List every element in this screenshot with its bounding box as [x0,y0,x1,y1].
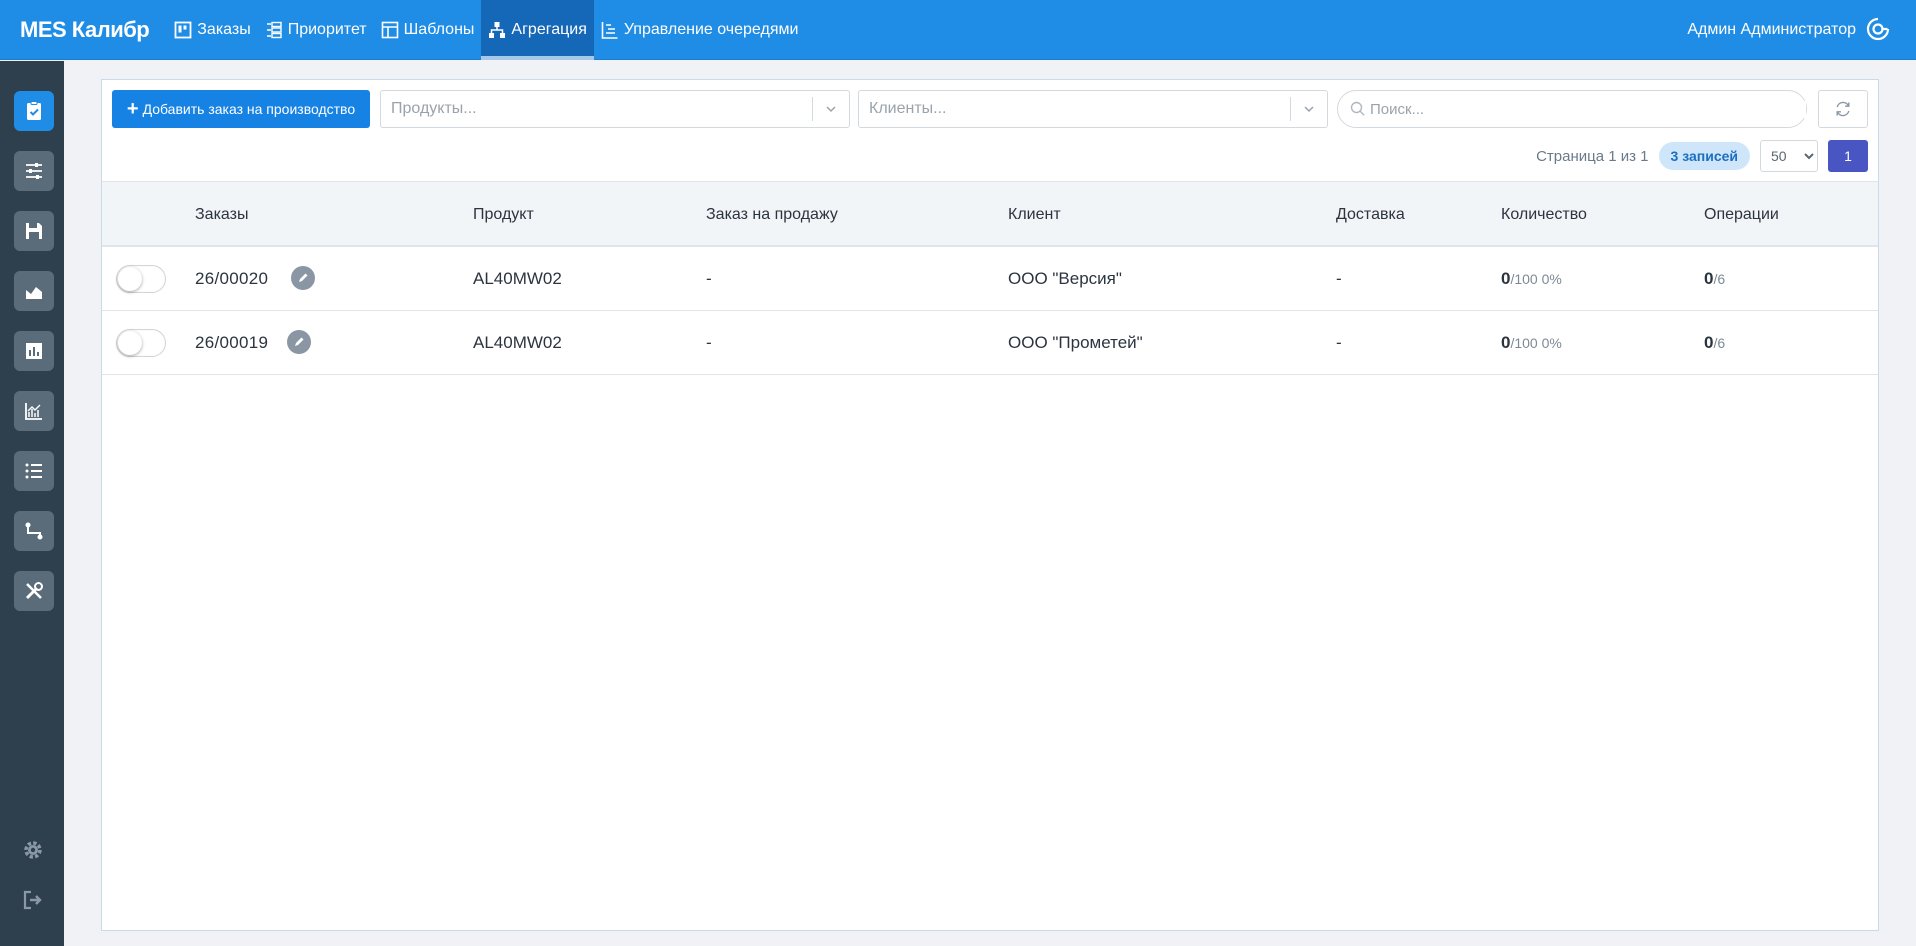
sidebar-route[interactable] [14,511,54,551]
search-icon [1350,101,1365,116]
page-1-button[interactable]: 1 [1828,140,1868,172]
order-number: 26/00020 [195,269,269,288]
tools-icon [25,582,43,600]
sidebar-line-chart[interactable] [14,391,54,431]
col-orders[interactable]: Заказы [195,206,248,224]
template-icon [381,21,398,38]
plus-icon: + [126,98,139,120]
records-count-badge: 3 записей [1658,142,1750,170]
page-indicator: Страница 1 из 1 [1536,147,1649,165]
gear-icon [24,841,42,859]
quantity: 0/100 0% [1501,269,1562,289]
refresh-icon [1836,101,1850,117]
product-code: AL40MW02 [473,333,562,352]
operations: 0/6 [1704,269,1725,289]
refresh-button[interactable] [1818,90,1868,128]
priority-icon [266,21,282,38]
table-row[interactable]: 26/00019 AL40MW02 - ООО "Прометей" - 0/1… [102,311,1878,375]
col-operations[interactable]: Операции [1704,206,1779,224]
nav-priority[interactable]: Приоритет [258,0,374,60]
client-name: ООО "Прометей" [1008,333,1143,352]
list-icon [25,463,42,479]
save-icon [26,223,42,239]
user-name[interactable]: Админ Администратор [1687,0,1856,60]
sidebar-orders[interactable] [14,91,54,131]
add-production-order-button[interactable]: + Добавить заказ на производство [112,90,370,128]
sidebar-area-chart[interactable] [14,271,54,311]
orders-panel: + Добавить заказ на производство Продукт… [101,79,1879,931]
search-input[interactable] [1370,100,1806,118]
sales-order: - [706,333,712,352]
operations-total: /6 [1713,271,1726,287]
bar-chart-icon [26,343,42,359]
kanban-icon [174,21,192,38]
per-page-select[interactable]: 50 [1760,140,1818,172]
toggle-knob [118,267,142,291]
sliders-icon [26,163,42,179]
col-client[interactable]: Клиент [1008,206,1061,224]
nav-queue-management[interactable]: Управление очередями [594,0,806,60]
row-toggle[interactable] [116,329,166,357]
toggle-knob [118,331,142,355]
products-select[interactable]: Продукты... [380,90,850,128]
sidebar-bar-chart[interactable] [14,331,54,371]
quantity-total: /100 0% [1510,335,1562,351]
left-sidebar [0,61,64,946]
delivery: - [1336,269,1342,288]
nav-templates-label: Шаблоны [403,20,475,38]
orders-check-icon [27,101,41,120]
sidebar-settings-sliders[interactable] [14,151,54,191]
sidebar-save[interactable] [14,211,54,251]
col-sales-order[interactable]: Заказ на продажу [706,206,838,224]
operations-total: /6 [1713,335,1726,351]
operations: 0/6 [1704,333,1725,353]
clients-select[interactable]: Клиенты... [858,90,1328,128]
col-product[interactable]: Продукт [473,206,534,224]
col-quantity[interactable]: Количество [1501,206,1587,224]
order-number: 26/00019 [195,333,269,352]
delivery: - [1336,333,1342,352]
top-navbar: MES Калибр Заказы Приоритет Шаблоны Агре… [0,0,1916,60]
brand-logo[interactable]: MES Калибр [0,17,167,43]
quantity-total: /100 0% [1510,271,1562,287]
nav-templates[interactable]: Шаблоны [374,0,482,60]
sidebar-tools[interactable] [14,571,54,611]
user-profile-icon[interactable] [1866,17,1890,41]
nav-orders[interactable]: Заказы [167,0,257,60]
products-placeholder: Продукты... [391,100,477,117]
sales-order: - [706,269,712,288]
aggregation-icon [489,21,506,38]
nav-orders-label: Заказы [197,20,251,38]
search-box[interactable] [1337,90,1807,128]
clients-placeholder: Клиенты... [869,100,947,117]
queue-icon [601,21,618,39]
area-chart-icon [26,287,42,299]
sidebar-logout[interactable] [20,887,46,913]
line-chart-icon [25,403,42,420]
col-delivery[interactable]: Доставка [1336,206,1405,224]
chevron-down-icon[interactable] [1291,102,1327,116]
main-nav: Заказы Приоритет Шаблоны Агрегация Управ… [167,0,805,60]
logout-icon [23,890,42,910]
edit-pencil-icon[interactable] [291,266,315,290]
nav-queue-management-label: Управление очередями [623,20,799,38]
edit-pencil-icon[interactable] [287,330,311,354]
sidebar-settings[interactable] [20,837,46,863]
route-icon [25,522,43,540]
nav-priority-label: Приоритет [287,20,367,38]
row-toggle[interactable] [116,265,166,293]
table-header: Заказы Продукт Заказ на продажу Клиент Д… [102,181,1878,247]
nav-aggregation-label: Агрегация [511,20,587,38]
product-code: AL40MW02 [473,269,562,288]
pagination: Страница 1 из 1 3 записей 50 1 [1536,140,1868,172]
add-production-order-label: Добавить заказ на производство [142,101,356,117]
chevron-down-icon[interactable] [813,102,849,116]
client-name: ООО "Версия" [1008,269,1122,288]
nav-aggregation[interactable]: Агрегация [481,0,594,60]
table-row[interactable]: 26/00020 AL40MW02 - ООО "Версия" - 0/100… [102,247,1878,311]
quantity: 0/100 0% [1501,333,1562,353]
sidebar-list[interactable] [14,451,54,491]
